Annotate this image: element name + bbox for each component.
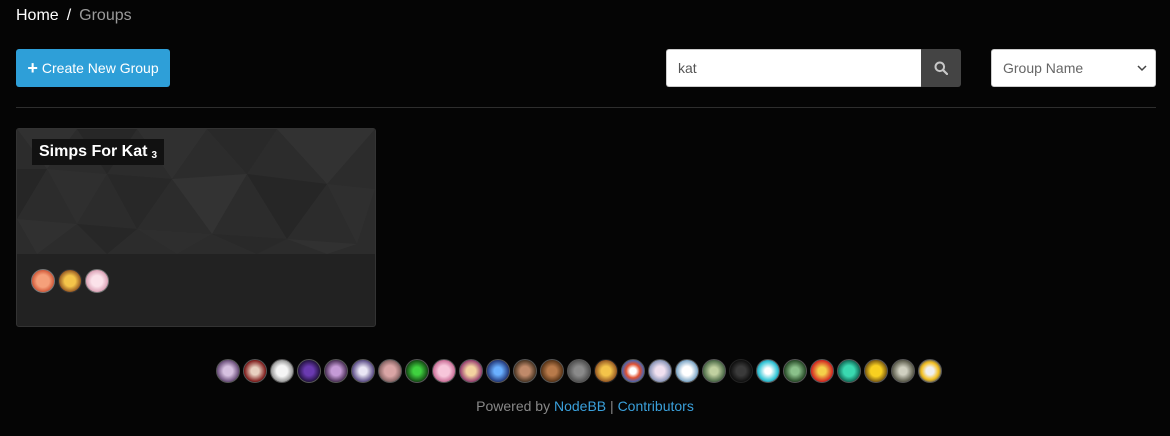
avatar[interactable] [675,359,699,383]
chevron-down-icon [1137,64,1147,71]
avatar[interactable] [85,269,109,293]
search-icon [934,61,948,75]
avatar[interactable] [405,359,429,383]
group-card[interactable]: Simps For Kat 3 [16,128,376,327]
breadcrumb-home[interactable]: Home [16,7,59,24]
avatar[interactable] [459,359,483,383]
divider [16,107,1156,108]
create-group-label: Create New Group [41,60,159,76]
avatar[interactable] [216,359,240,383]
footer-powered-by: Powered by [476,398,551,414]
nodebb-link[interactable]: NodeBB [554,398,606,414]
group-search [666,49,961,87]
breadcrumb: Home / Groups [16,6,132,26]
create-group-button[interactable]: + Create New Group [16,49,170,87]
avatar[interactable] [486,359,510,383]
breadcrumb-current: Groups [79,7,132,24]
avatar[interactable] [297,359,321,383]
avatar[interactable] [810,359,834,383]
group-name: Simps For Kat [39,143,148,160]
avatar[interactable] [58,269,82,293]
search-input[interactable] [666,49,921,87]
avatar[interactable] [621,359,645,383]
avatar[interactable] [513,359,537,383]
contributors-link[interactable]: Contributors [618,398,694,414]
avatar[interactable] [540,359,564,383]
avatar[interactable] [783,359,807,383]
avatar[interactable] [594,359,618,383]
avatar[interactable] [378,359,402,383]
avatar[interactable] [432,359,456,383]
avatar[interactable] [324,359,348,383]
avatar[interactable] [243,359,267,383]
avatar[interactable] [270,359,294,383]
plus-icon: + [27,58,38,78]
avatar[interactable] [891,359,915,383]
footer: Powered by NodeBB | Contributors [0,398,1170,414]
avatar[interactable] [567,359,591,383]
search-button[interactable] [921,49,961,87]
footer-separator: | [610,398,614,414]
sort-select-value: Group Name [1003,60,1084,76]
avatar[interactable] [702,359,726,383]
avatar[interactable] [648,359,672,383]
contributors-avatar-list [216,359,942,383]
avatar[interactable] [351,359,375,383]
avatar[interactable] [837,359,861,383]
avatar[interactable] [756,359,780,383]
avatar[interactable] [31,269,55,293]
avatar[interactable] [864,359,888,383]
group-member-count: 3 [151,149,158,161]
breadcrumb-separator: / [66,7,72,24]
sort-select[interactable]: Group Name [991,49,1156,87]
avatar[interactable] [918,359,942,383]
avatar[interactable] [729,359,753,383]
group-title[interactable]: Simps For Kat 3 [32,139,165,165]
group-member-list [31,269,109,293]
